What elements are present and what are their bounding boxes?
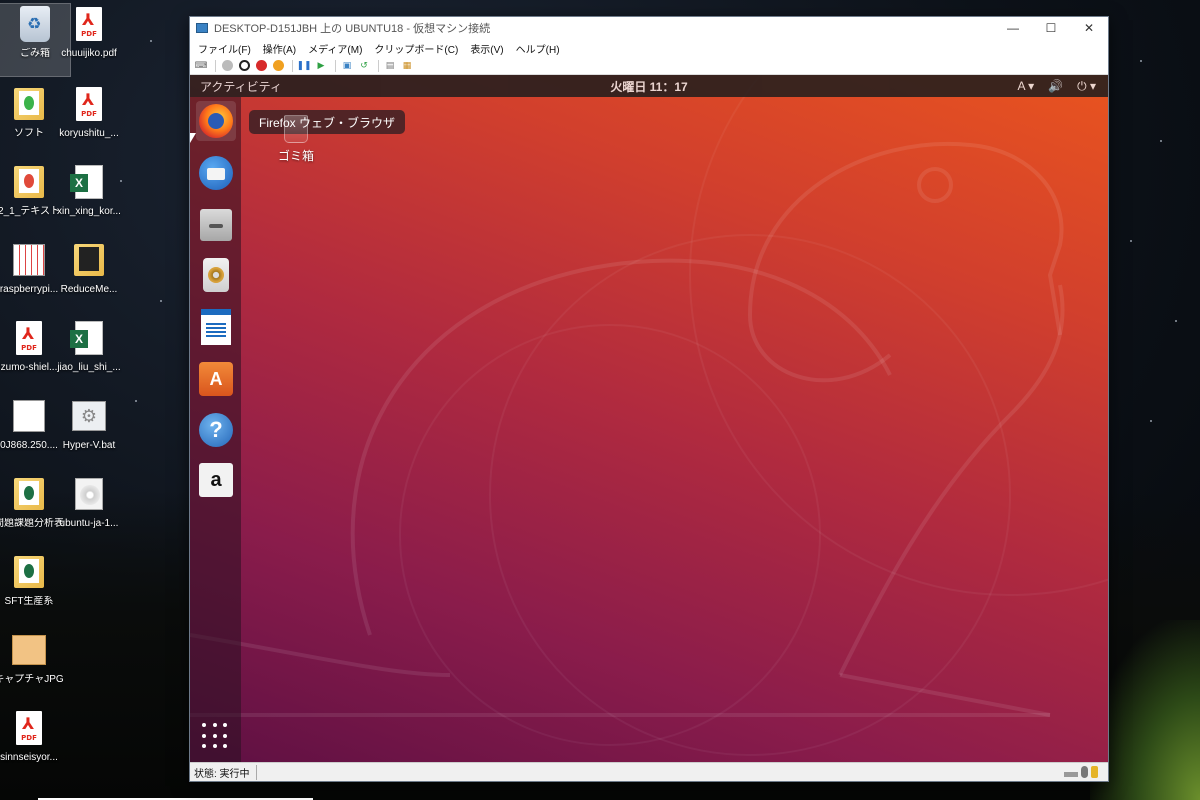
menu-file[interactable]: ファイル(F) <box>198 41 251 56</box>
show-applications-button[interactable] <box>196 717 236 757</box>
mouse-icon <box>1081 766 1088 778</box>
amazon-icon: a <box>199 463 233 497</box>
vm-connection-window: DESKTOP-D151JBH 上の UBUNTU18 - 仮想マシン接続 — … <box>189 16 1109 782</box>
desktop-icon-reduceme[interactable]: ReduceMe... <box>54 240 124 312</box>
save-state-icon[interactable] <box>271 59 285 73</box>
wallpaper-decoration <box>190 75 1108 756</box>
dock-tooltip: Firefox ウェブ・ブラウザ <box>249 110 406 134</box>
vm-connect-icon <box>196 23 208 33</box>
document-icon <box>13 400 45 432</box>
share-icon[interactable]: ▦ <box>400 59 414 73</box>
menu-bar: ファイル(F) 操作(A) メディア(M) クリップボード(C) 表示(V) ヘ… <box>190 39 1108 57</box>
menu-help[interactable]: ヘルプ(H) <box>516 41 560 56</box>
close-button[interactable]: ✕ <box>1070 17 1108 39</box>
software-store-icon: A <box>199 362 233 396</box>
toolbar: ⌨ ❚❚ ▶ ▣ ↺ ▤ ▦ <box>190 57 1108 75</box>
dock-amazon[interactable]: a <box>196 460 236 500</box>
folder-icon <box>74 244 104 276</box>
clock[interactable]: 火曜日 11：17 <box>610 78 687 95</box>
window-titlebar[interactable]: DESKTOP-D151JBH 上の UBUNTU18 - 仮想マシン接続 — … <box>190 17 1108 39</box>
menu-action[interactable]: 操作(A) <box>263 41 296 56</box>
folder-icon <box>14 478 44 510</box>
activities-button[interactable]: アクティビティ <box>190 78 282 95</box>
ubuntu-dock: A ? a <box>190 97 241 763</box>
spreadsheet-icon <box>13 244 45 276</box>
shutdown-icon[interactable] <box>254 59 268 73</box>
checkpoint-icon[interactable]: ▣ <box>340 59 354 73</box>
ubuntu-desktop: アクティビティ 火曜日 11：17 A ▾ 🔊 ⏻ ▾ A ? a Firefo… <box>190 75 1108 763</box>
desktop-icon-chuuijiko[interactable]: ⅄ PDF chuuijiko.pdf <box>54 4 124 76</box>
menu-clipboard[interactable]: クリップボード(C) <box>374 41 458 56</box>
status-bar: 状態: 実行中 <box>190 762 1108 781</box>
image-icon <box>12 635 46 665</box>
help-icon: ? <box>199 413 233 447</box>
window-title: DESKTOP-D151JBH 上の UBUNTU18 - 仮想マシン接続 <box>214 23 491 35</box>
recycle-bin-icon <box>20 6 50 42</box>
rhythmbox-icon <box>203 258 229 292</box>
volume-icon[interactable]: 🔊 <box>1048 79 1063 93</box>
gnome-top-bar: アクティビティ 火曜日 11：17 A ▾ 🔊 ⏻ ▾ <box>190 75 1108 97</box>
desktop-icon-koryushitu[interactable]: ⅄ PDF koryushitu_... <box>54 84 124 156</box>
writer-icon <box>201 309 231 345</box>
revert-icon[interactable]: ↺ <box>357 59 371 73</box>
desktop-icon-capture[interactable]: キャプチャJPG <box>0 630 64 702</box>
desktop-icon-xin-xing[interactable]: X xin_xing_kor... <box>54 162 124 234</box>
resume-icon[interactable]: ▶ <box>314 59 328 73</box>
ctrl-alt-del-icon[interactable]: ⌨ <box>194 59 208 73</box>
thunderbird-icon <box>199 156 233 190</box>
files-icon <box>200 209 232 241</box>
power-icon[interactable]: ⏻ ▾ <box>1077 79 1096 94</box>
dock-software[interactable]: A <box>196 359 236 399</box>
pdf-icon: ⅄ PDF <box>16 711 42 745</box>
trash-icon <box>284 115 308 143</box>
minimize-button[interactable]: — <box>994 17 1032 39</box>
excel-icon: X <box>70 165 103 199</box>
dock-firefox[interactable] <box>196 101 236 141</box>
excel-icon: X <box>70 321 103 355</box>
desktop-icon-jiao-liu[interactable]: X jiao_liu_shi_... <box>54 318 124 390</box>
lock-icon <box>1091 766 1098 778</box>
app-grid-icon <box>202 723 230 751</box>
folder-icon <box>14 88 44 120</box>
pdf-icon: ⅄ PDF <box>76 87 102 121</box>
folder-icon <box>14 166 44 198</box>
dock-rhythmbox[interactable] <box>196 255 236 295</box>
input-method-indicator[interactable]: A ▾ <box>1017 79 1034 93</box>
dock-files[interactable] <box>196 205 236 245</box>
desktop-icon-ubuntu-iso[interactable]: ubuntu-ja-1... <box>54 474 124 546</box>
turn-off-icon[interactable] <box>237 59 251 73</box>
dock-thunderbird[interactable] <box>196 153 236 193</box>
maximize-button[interactable]: ☐ <box>1032 17 1070 39</box>
pause-icon[interactable]: ❚❚ <box>296 59 311 73</box>
desktop-icon-hyperv-bat[interactable]: ⚙ Hyper-V.bat <box>54 396 124 468</box>
disc-image-icon <box>75 478 103 510</box>
pdf-icon: ⅄ PDF <box>16 321 42 355</box>
start-icon[interactable] <box>220 59 234 73</box>
desktop-icon-sinnseisyo[interactable]: ⅄ PDF sinnseisyor... <box>0 708 64 780</box>
menu-media[interactable]: メディア(M) <box>308 41 362 56</box>
desktop-trash[interactable]: ゴミ箱 <box>274 115 318 164</box>
desktop-icon-sft[interactable]: SFT生産系 <box>0 552 64 624</box>
firefox-icon <box>199 104 233 138</box>
folder-icon <box>14 556 44 588</box>
enhanced-session-icon[interactable]: ▤ <box>383 59 397 73</box>
keyboard-icon <box>1064 772 1078 777</box>
dock-help[interactable]: ? <box>196 410 236 450</box>
gear-icon: ⚙ <box>72 401 106 431</box>
mouse-cursor <box>190 133 196 143</box>
dock-writer[interactable] <box>196 307 236 347</box>
vm-status-text: 状態: 実行中 <box>194 764 257 780</box>
pdf-icon: ⅄ PDF <box>76 7 102 41</box>
menu-view[interactable]: 表示(V) <box>470 41 503 56</box>
